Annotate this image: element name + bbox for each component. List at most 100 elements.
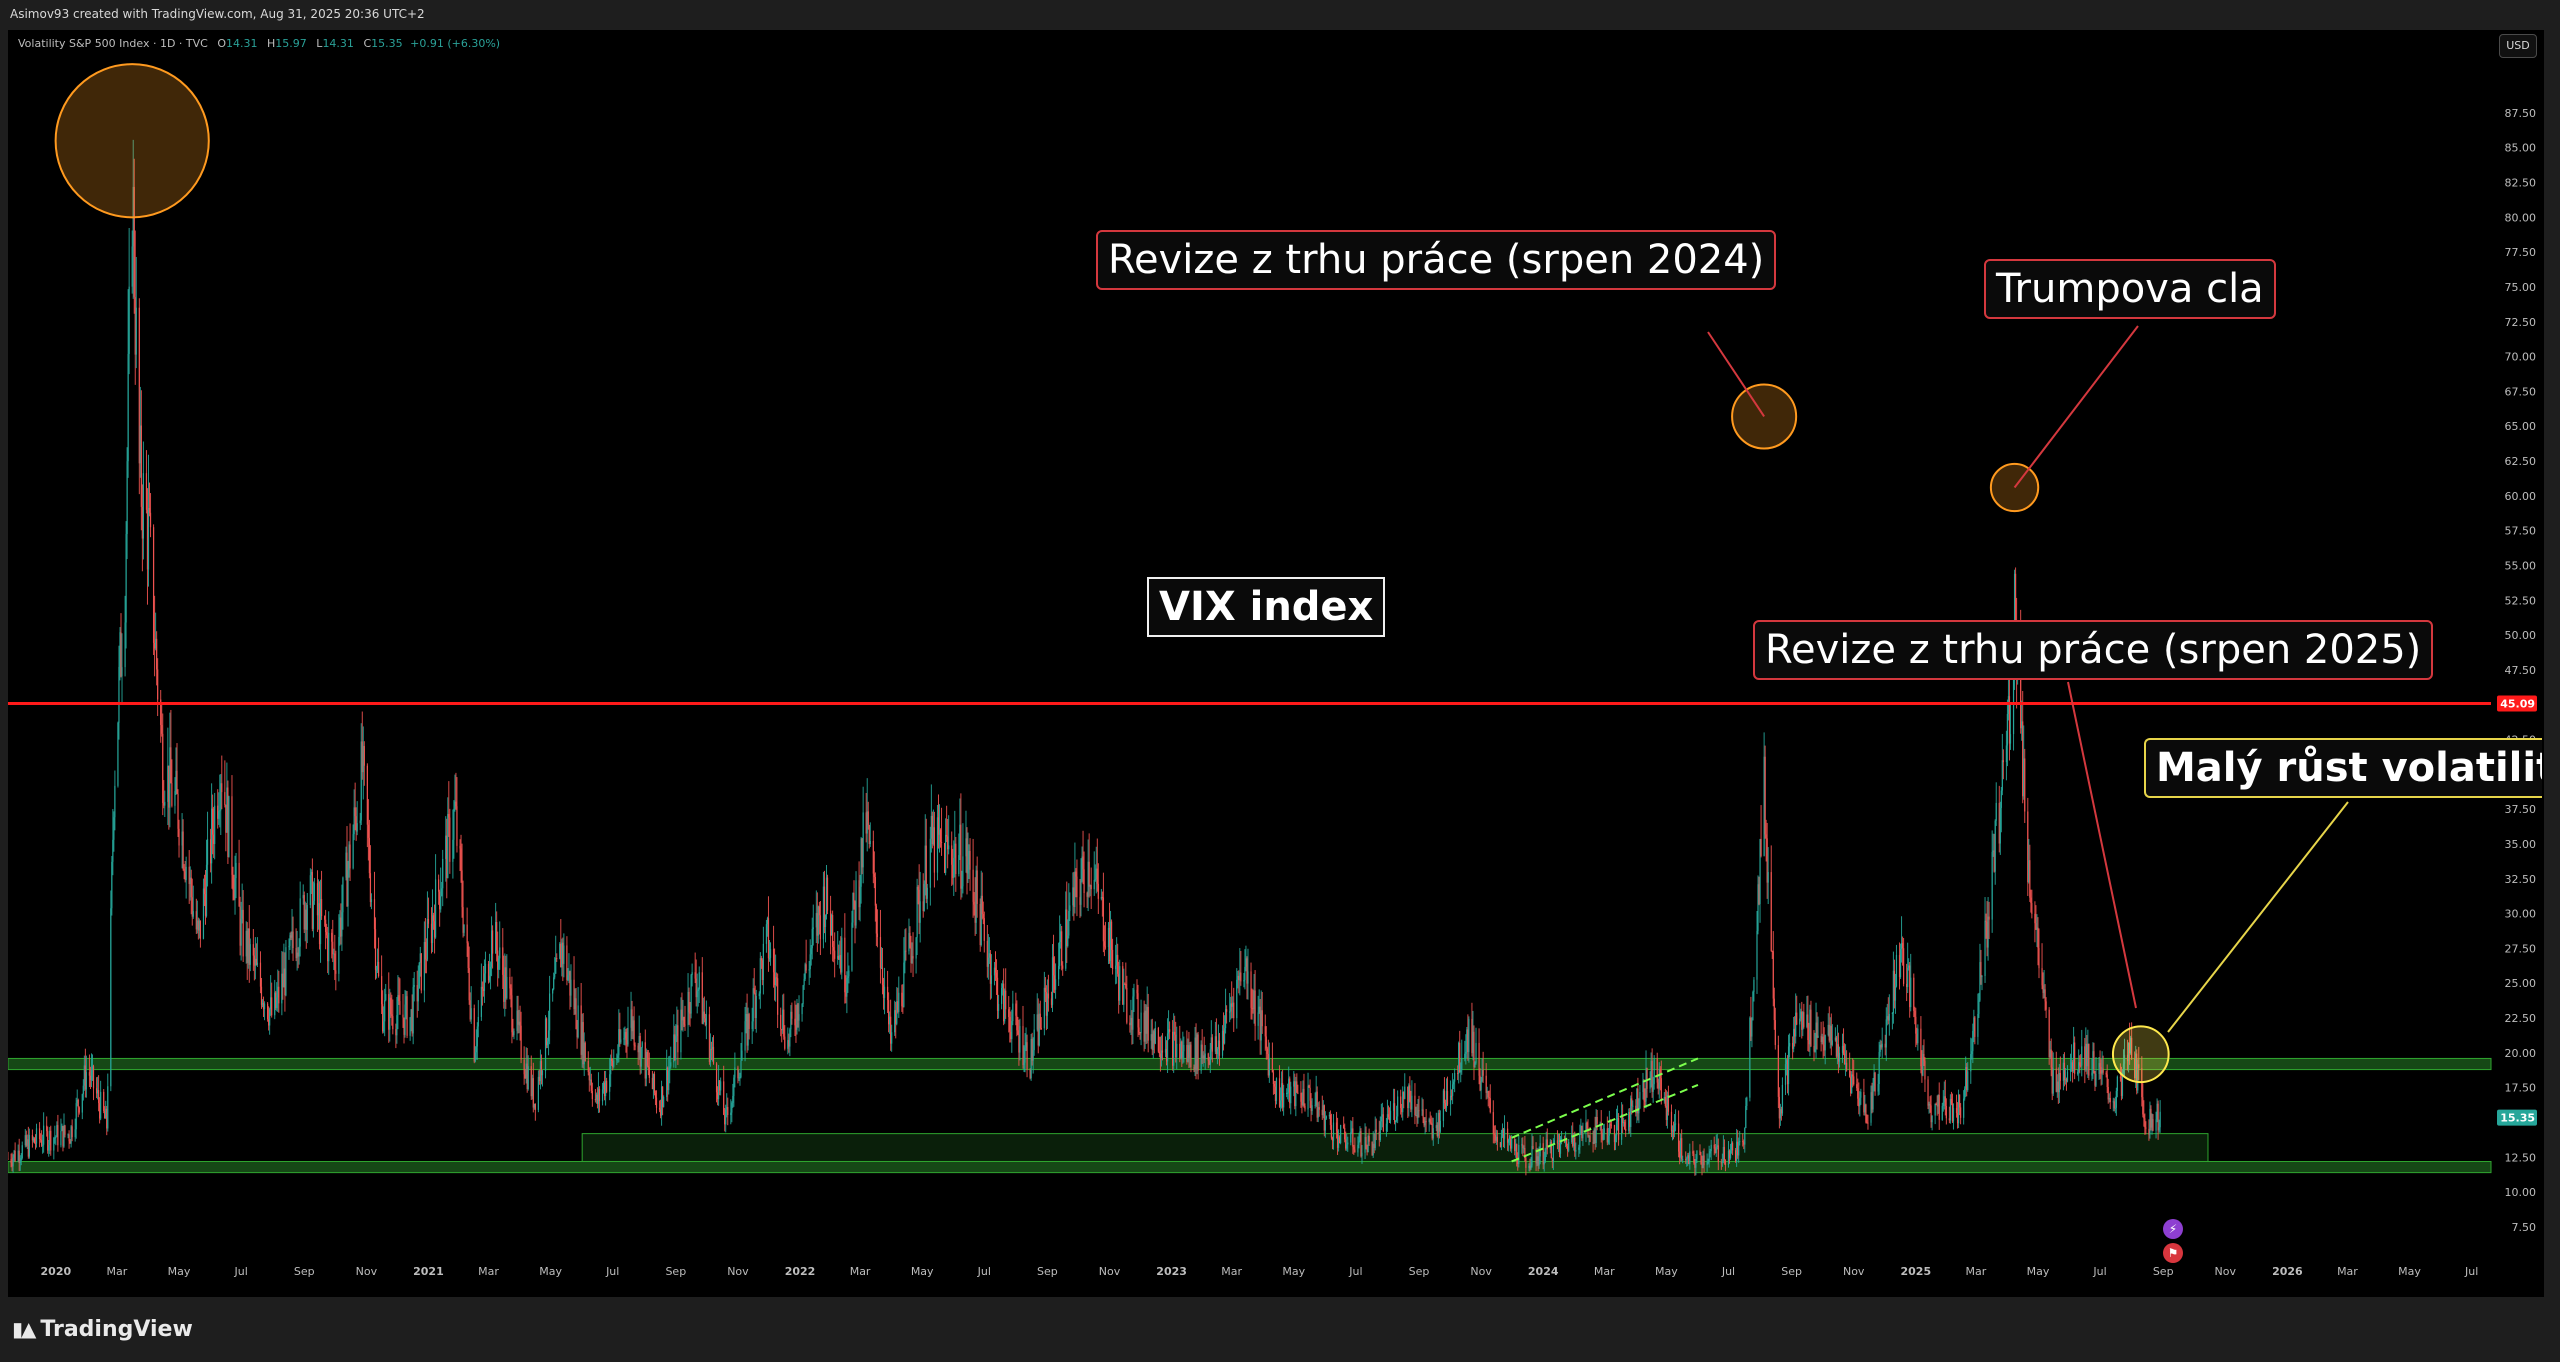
candle-body bbox=[926, 887, 928, 899]
candle-body bbox=[554, 973, 556, 978]
candle-body bbox=[1664, 1097, 1666, 1106]
candle-body bbox=[1083, 869, 1085, 894]
tradingview-logo[interactable]: ▮▲ TradingView bbox=[12, 1317, 193, 1342]
candle-body bbox=[1240, 972, 1242, 982]
candle-body bbox=[352, 834, 354, 869]
candle-body bbox=[1682, 1159, 1684, 1161]
annotation-small-rise[interactable]: Malý růst volatilit bbox=[2144, 738, 2542, 798]
candle-body bbox=[901, 992, 903, 1007]
candle-body bbox=[1608, 1124, 1610, 1136]
candle-body bbox=[1409, 1085, 1411, 1102]
candle-body bbox=[75, 1103, 77, 1130]
chart-area[interactable]: 87.50 85.00 82.50 80.00 77.50 75.00 72.50 70.00… bbox=[8, 30, 2544, 1297]
candle-body bbox=[377, 961, 380, 977]
candle-body bbox=[953, 857, 955, 878]
annotation-labor-2024[interactable]: Revize z trhu práce (srpen 2024) bbox=[1096, 230, 1777, 290]
candle-body bbox=[1375, 1129, 1377, 1132]
candle-body bbox=[203, 888, 206, 895]
close-value: 15.35 bbox=[371, 37, 403, 50]
candle-body bbox=[276, 997, 278, 1009]
candle-body bbox=[399, 1001, 401, 1015]
candle-body bbox=[2034, 913, 2036, 924]
candle-body bbox=[688, 991, 690, 1013]
candle-body bbox=[1111, 949, 1114, 970]
candle-body bbox=[425, 959, 428, 961]
candle-body bbox=[623, 1038, 625, 1040]
candle-body bbox=[114, 785, 116, 818]
candle-body bbox=[869, 840, 871, 845]
candle-body bbox=[178, 828, 180, 846]
event-flag-icon[interactable]: ⚑ bbox=[2163, 1243, 2183, 1263]
candle-body bbox=[1935, 1103, 1937, 1106]
candle-body bbox=[1430, 1122, 1432, 1124]
candle-body bbox=[126, 461, 128, 535]
x-tick-label: May bbox=[2398, 1265, 2421, 1278]
x-tick-label: Jul bbox=[977, 1265, 991, 1278]
candle-body bbox=[1380, 1116, 1382, 1122]
candle-body bbox=[548, 993, 551, 1031]
candle-body bbox=[1643, 1080, 1645, 1101]
candle-body bbox=[1012, 1003, 1014, 1022]
candle-body bbox=[703, 1011, 705, 1019]
candle-body bbox=[613, 1060, 615, 1067]
candle-body bbox=[2002, 760, 2004, 763]
currency-button[interactable]: USD bbox=[2499, 34, 2537, 58]
candle-body bbox=[1700, 1155, 1702, 1165]
candle-body bbox=[124, 622, 126, 668]
candle-body bbox=[1915, 1016, 1917, 1034]
candle-body bbox=[447, 814, 449, 878]
candle-body bbox=[1945, 1105, 1947, 1119]
candle-body bbox=[33, 1138, 36, 1144]
low-value: 14.31 bbox=[322, 37, 354, 50]
candle-body bbox=[409, 1017, 411, 1036]
candle-body bbox=[1624, 1122, 1626, 1129]
candle-body bbox=[1670, 1111, 1673, 1132]
candle-body bbox=[164, 801, 166, 806]
candle-body bbox=[334, 953, 336, 971]
candle-body bbox=[440, 896, 442, 910]
candle-body bbox=[833, 947, 835, 951]
candle-body bbox=[232, 874, 234, 891]
candle-body bbox=[1710, 1144, 1712, 1152]
candle-body bbox=[1575, 1149, 1577, 1152]
candle-body bbox=[982, 914, 984, 919]
candle-body bbox=[426, 919, 429, 960]
candle-body bbox=[1492, 1112, 1494, 1134]
candle-body bbox=[100, 1091, 102, 1119]
annotation-tariffs[interactable]: Trumpova cla bbox=[1984, 259, 2276, 319]
candle-body bbox=[292, 931, 294, 948]
candle-body bbox=[783, 1009, 785, 1037]
candle-body bbox=[269, 1009, 271, 1026]
event-lightning-icon[interactable]: ⚡ bbox=[2163, 1219, 2183, 1239]
candle-body bbox=[1894, 986, 1897, 1001]
candle-body bbox=[413, 985, 415, 987]
annotation-labor-2025[interactable]: Revize z trhu práce (srpen 2025) bbox=[1753, 620, 2434, 680]
candle-body bbox=[1318, 1107, 1320, 1110]
candle-body bbox=[1696, 1150, 1698, 1160]
candle-body bbox=[1168, 1029, 1171, 1032]
candle-body bbox=[384, 1000, 386, 1022]
candle-body bbox=[1023, 1062, 1025, 1066]
candle-body bbox=[1460, 1070, 1462, 1073]
candle-body bbox=[1952, 1108, 1955, 1122]
candle-body bbox=[1182, 1051, 1184, 1058]
x-tick-label: Mar bbox=[2337, 1265, 2358, 1278]
candle-body bbox=[1360, 1131, 1362, 1157]
annotation-vix-index[interactable]: VIX index bbox=[1147, 577, 1386, 637]
candle-body bbox=[1899, 949, 1902, 978]
open-value: 14.31 bbox=[226, 37, 258, 50]
candle-body bbox=[915, 937, 917, 959]
candle-body bbox=[1022, 1026, 1024, 1066]
candle-body bbox=[381, 976, 383, 1005]
candle-body bbox=[1489, 1098, 1491, 1113]
candle-body bbox=[156, 638, 158, 670]
candle-body bbox=[2144, 1118, 2146, 1128]
candle-body bbox=[1475, 1042, 1477, 1063]
candle-body bbox=[647, 1065, 649, 1068]
candle-body bbox=[912, 956, 914, 959]
candle-body bbox=[727, 1107, 729, 1116]
candle-body bbox=[1353, 1146, 1355, 1150]
candle-body bbox=[1236, 979, 1238, 1019]
candle-body bbox=[1902, 948, 1905, 984]
candle-body bbox=[496, 921, 498, 951]
